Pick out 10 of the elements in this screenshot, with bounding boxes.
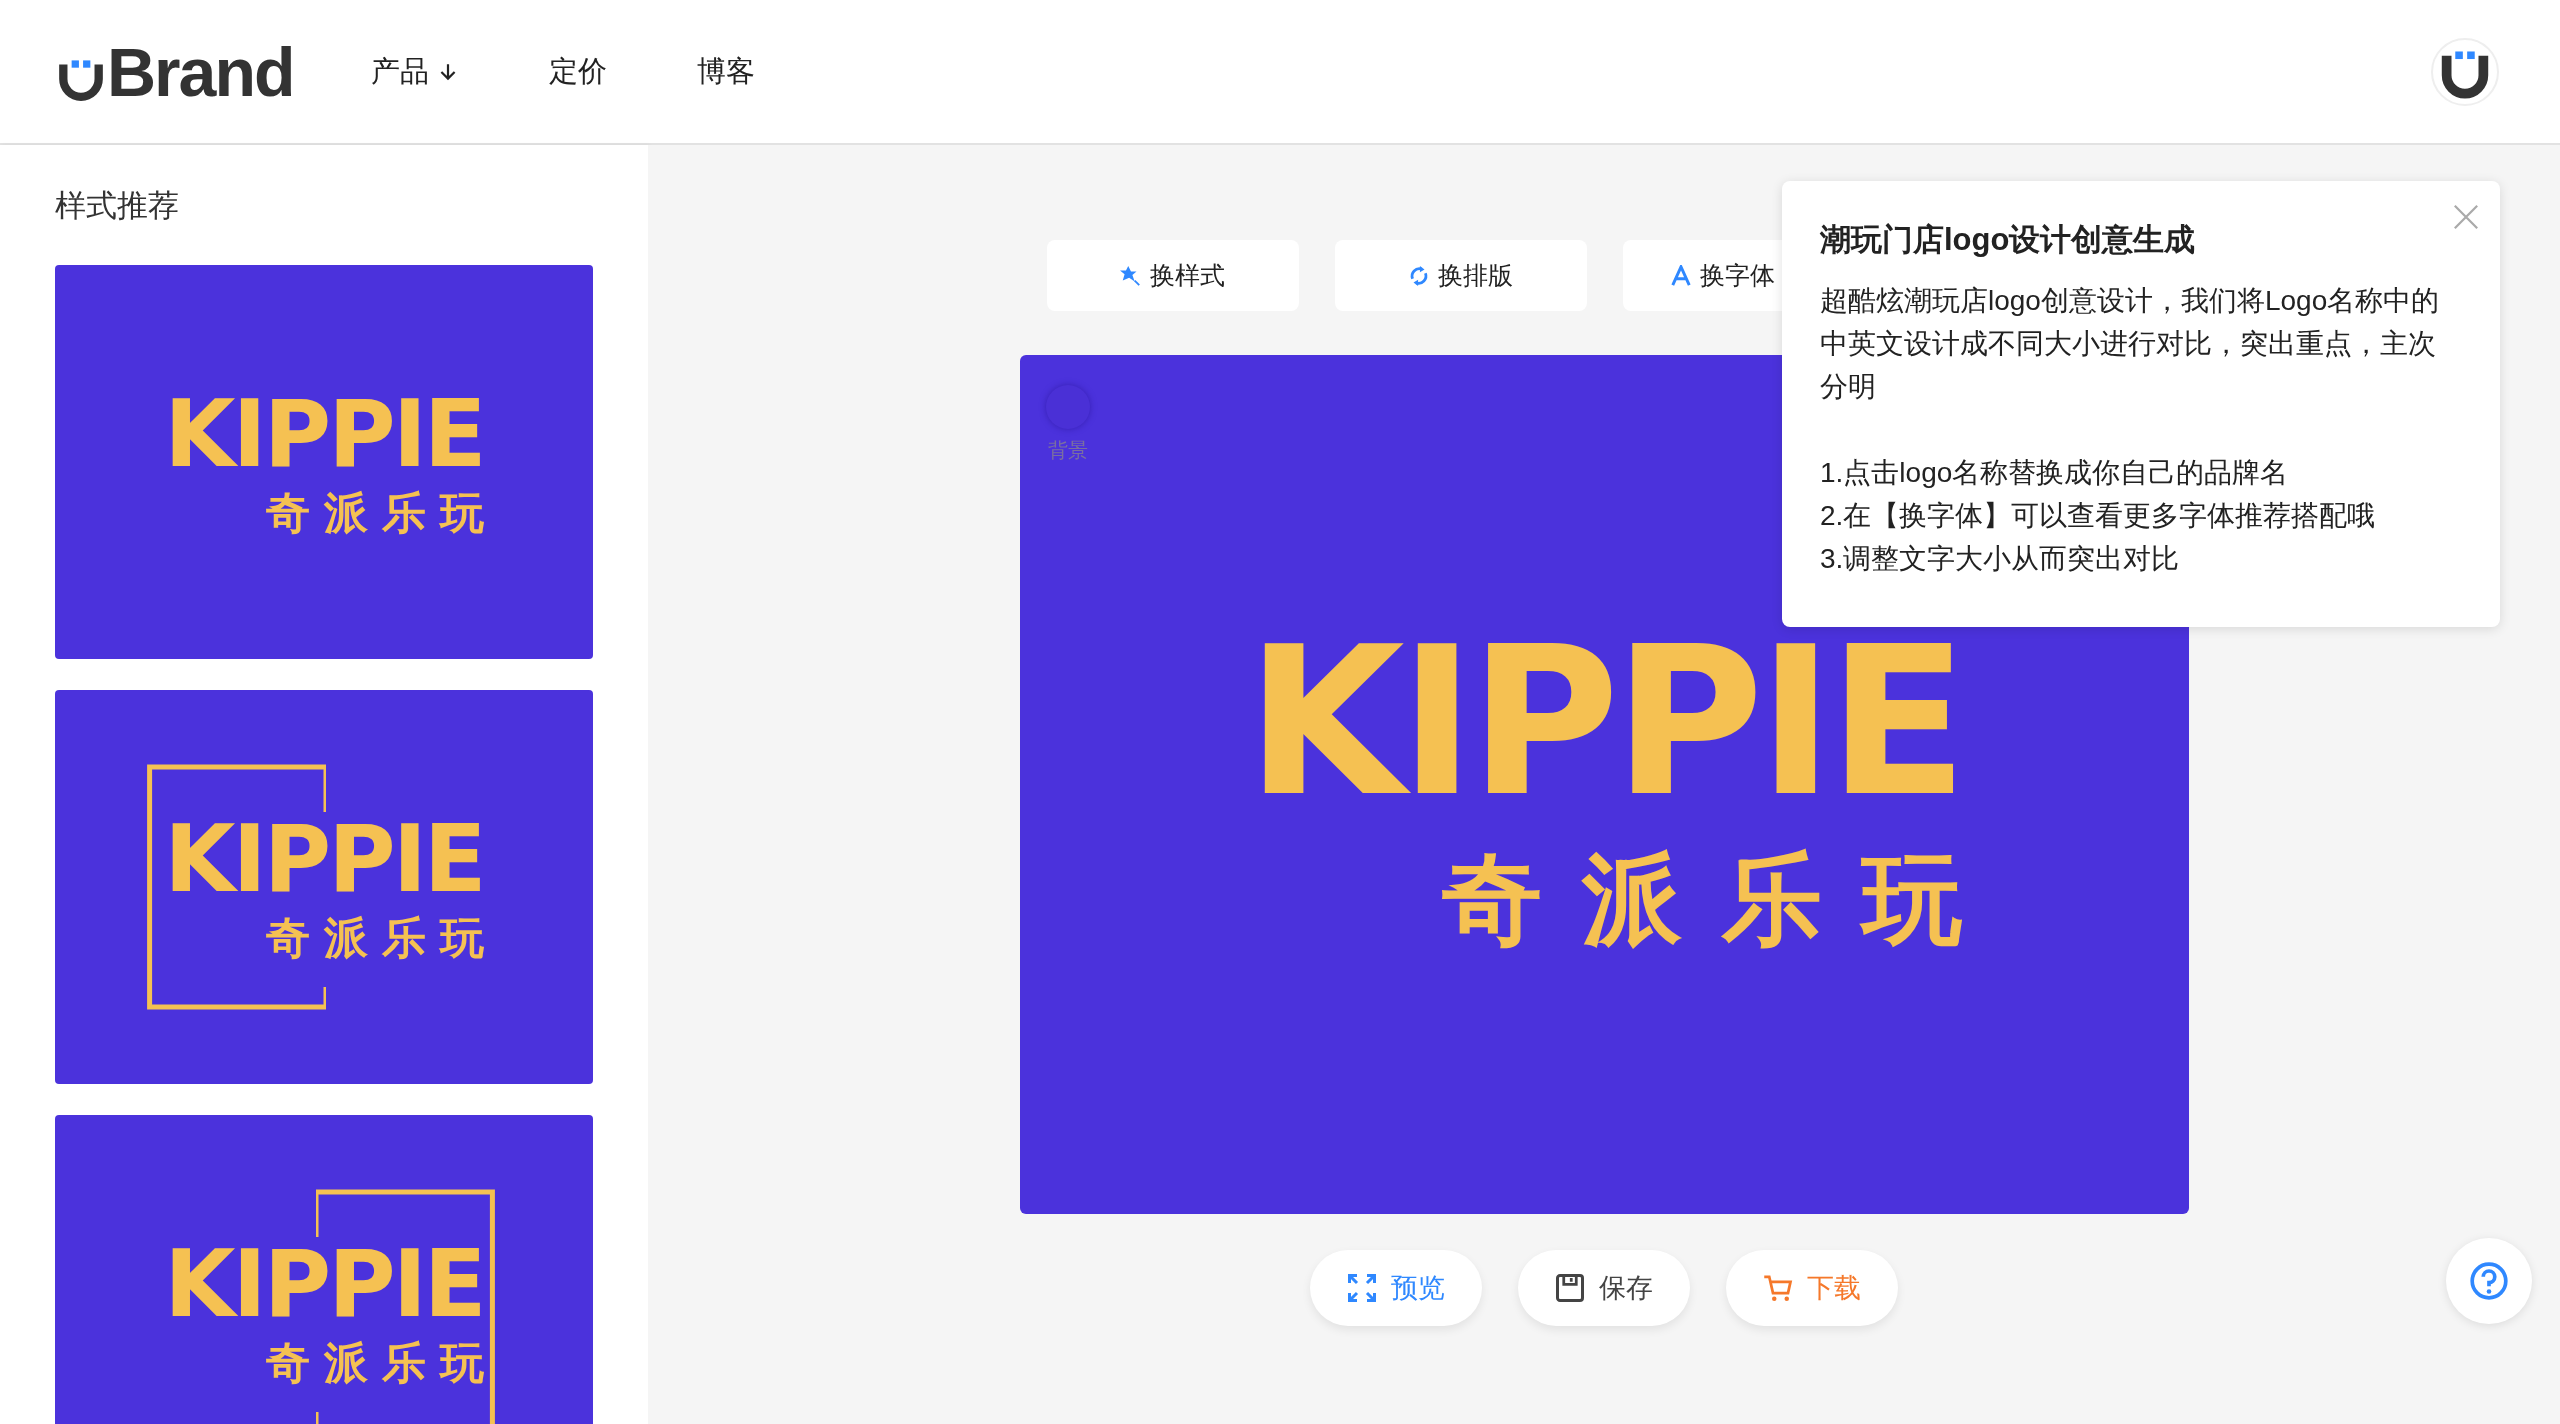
logo-name: KIPPIE <box>1246 620 1962 825</box>
tip-title: 潮玩门店logo设计创意生成 <box>1820 221 2197 259</box>
logo-subtitle: 奇派乐玩 <box>265 1341 498 1385</box>
logo-subtitle: 奇派乐玩 <box>265 491 498 535</box>
logo-subtitle: 奇派乐玩 <box>1441 849 2002 949</box>
logo-name: KIPPIE <box>164 814 484 906</box>
logo-name: KIPPIE <box>164 389 484 481</box>
logo-subtitle: 奇派乐玩 <box>265 916 498 960</box>
sidebar-title: 样式推荐 <box>55 187 180 225</box>
logo-name: KIPPIE <box>164 1239 484 1331</box>
